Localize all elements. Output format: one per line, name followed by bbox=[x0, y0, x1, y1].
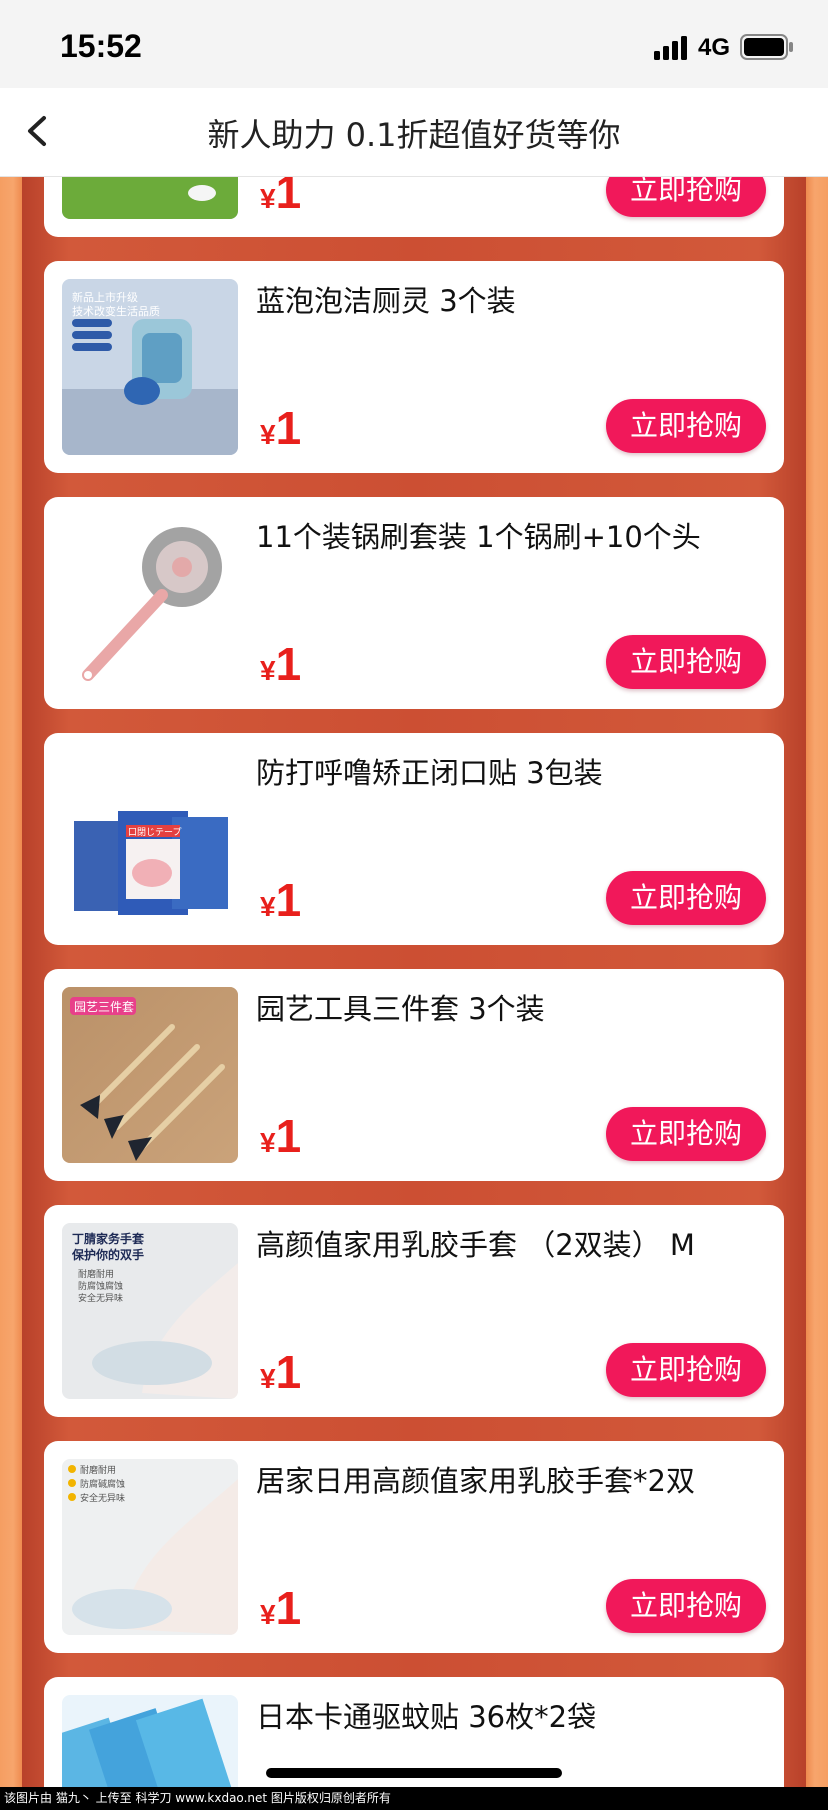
gloves2-image-feature: 安全无异味 bbox=[80, 1492, 125, 1504]
product-card[interactable]: 11个装锅刷套装 1个锅刷+10个头 ¥1 立即抢购 bbox=[44, 497, 784, 709]
product-price: ¥1 bbox=[260, 401, 301, 455]
product-card[interactable]: 丁腈家务手套 保护你的双手 耐磨耐用 防腐蚀腐蚀 安全无异味 高颜值家用乳胶手套… bbox=[44, 1205, 784, 1417]
gloves-image-subtitle: 保护你的双手 bbox=[71, 1247, 144, 1262]
toilet-image-text-2: 技术改变生活品质 bbox=[72, 304, 160, 318]
product-image-latex-gloves[interactable]: 丁腈家务手套 保护你的双手 耐磨耐用 防腐蚀腐蚀 安全无异味 bbox=[62, 1223, 238, 1399]
price-currency: ¥ bbox=[260, 1363, 276, 1394]
price-currency: ¥ bbox=[260, 1127, 276, 1158]
status-time: 15:52 bbox=[60, 28, 142, 64]
gloves-image-feature: 安全无异味 bbox=[78, 1292, 123, 1304]
product-price: ¥1 bbox=[260, 637, 301, 691]
buy-now-button[interactable]: 立即抢购 bbox=[606, 871, 766, 925]
signal-icon bbox=[654, 36, 687, 60]
home-indicator[interactable] bbox=[266, 1768, 562, 1778]
product-image-pot-brush[interactable] bbox=[62, 515, 238, 691]
product-title[interactable]: 园艺工具三件套 3个装 bbox=[256, 989, 776, 1029]
gloves-image-feature: 防腐蚀腐蚀 bbox=[78, 1280, 123, 1292]
product-price: ¥1 bbox=[260, 177, 301, 219]
buy-now-button[interactable]: 立即抢购 bbox=[606, 177, 766, 217]
gloves2-image-feature: 耐磨耐用 bbox=[80, 1464, 116, 1476]
buy-now-button[interactable]: 立即抢购 bbox=[606, 1343, 766, 1397]
product-title[interactable]: 蓝泡泡洁厕灵 3个装 bbox=[256, 281, 776, 321]
price-currency: ¥ bbox=[260, 891, 276, 922]
product-card[interactable]: 新品上市升级 技术改变生活品质 蓝泡泡洁厕灵 3个装 ¥1 立即抢购 bbox=[44, 261, 784, 473]
buy-now-button[interactable]: 立即抢购 bbox=[606, 635, 766, 689]
buy-now-button[interactable]: 立即抢购 bbox=[606, 399, 766, 453]
product-title[interactable]: 日本卡通驱蚊贴 36枚*2袋 bbox=[256, 1697, 776, 1737]
buy-now-button[interactable]: 立即抢购 bbox=[606, 1107, 766, 1161]
product-image-garden-tools[interactable]: 园艺三件套 bbox=[62, 987, 238, 1163]
gloves-image-title: 丁腈家务手套 bbox=[72, 1231, 145, 1246]
price-value: 1 bbox=[275, 874, 302, 926]
product-price: ¥1 bbox=[260, 873, 301, 927]
price-value: 1 bbox=[275, 402, 302, 454]
price-currency: ¥ bbox=[260, 183, 276, 214]
buy-now-button[interactable]: 立即抢购 bbox=[606, 1579, 766, 1633]
product-image-mouth-tape[interactable]: 口閉じテープ bbox=[62, 751, 238, 927]
price-currency: ¥ bbox=[260, 419, 276, 450]
price-value: 1 bbox=[275, 1110, 302, 1162]
product-price: ¥1 bbox=[260, 1109, 301, 1163]
product-image-mosquito-patch[interactable] bbox=[62, 1695, 238, 1787]
decorative-rail-left bbox=[0, 177, 22, 1787]
price-currency: ¥ bbox=[260, 655, 276, 686]
network-label: 4G bbox=[698, 34, 731, 61]
product-image-toilet-cleaner[interactable]: 新品上市升级 技术改变生活品质 bbox=[62, 279, 238, 455]
product-image-milk[interactable] bbox=[62, 177, 238, 219]
price-value: 1 bbox=[275, 638, 302, 690]
price-value: 1 bbox=[275, 177, 302, 218]
product-title[interactable]: 高颜值家用乳胶手套 （2双装） M bbox=[256, 1225, 776, 1265]
tape-image-text: 口閉じテープ bbox=[128, 827, 181, 838]
decorative-rail-right bbox=[806, 177, 828, 1787]
price-value: 1 bbox=[275, 1582, 302, 1634]
watermark-bar: 该图片由 猫九丶 上传至 科学刀 www.kxdao.net 图片版权归原创者所… bbox=[0, 1787, 828, 1810]
price-currency: ¥ bbox=[260, 1599, 276, 1630]
page-title: 新人助力 0.1折超值好货等你 bbox=[207, 116, 621, 154]
product-card[interactable]: 园艺三件套 园艺工具三件套 3个装 ¥1 立即抢购 bbox=[44, 969, 784, 1181]
product-card[interactable]: 口閉じテープ 防打呼噜矫正闭口贴 3包装 ¥1 立即抢购 bbox=[44, 733, 784, 945]
product-card[interactable]: 耐磨耐用 防腐碱腐蚀 安全无异味 居家日用高颜值家用乳胶手套*2双 ¥1 立即抢… bbox=[44, 1441, 784, 1653]
gloves2-image-feature: 防腐碱腐蚀 bbox=[80, 1478, 125, 1490]
product-title[interactable]: 居家日用高颜值家用乳胶手套*2双 bbox=[256, 1461, 776, 1501]
product-price: ¥1 bbox=[260, 1345, 301, 1399]
toilet-image-text-1: 新品上市升级 bbox=[72, 290, 138, 304]
price-value: 1 bbox=[275, 1346, 302, 1398]
product-card[interactable]: ¥1 立即抢购 bbox=[44, 177, 784, 237]
nav-bar: 新人助力 0.1折超值好货等你 bbox=[0, 88, 828, 177]
product-title[interactable]: 11个装锅刷套装 1个锅刷+10个头 bbox=[256, 517, 776, 557]
product-image-latex-gloves-2[interactable]: 耐磨耐用 防腐碱腐蚀 安全无异味 bbox=[62, 1459, 238, 1635]
product-scroll-area[interactable]: ¥1 立即抢购 新品上市升级 技术改变生活品质 蓝泡泡洁厕灵 3个装 ¥1 立即… bbox=[0, 177, 828, 1787]
battery-icon bbox=[740, 34, 793, 60]
product-price: ¥1 bbox=[260, 1581, 301, 1635]
gloves-image-feature: 耐磨耐用 bbox=[78, 1268, 114, 1280]
garden-badge-text: 园艺三件套 bbox=[74, 1000, 134, 1014]
product-title[interactable]: 防打呼噜矫正闭口贴 3包装 bbox=[256, 753, 776, 793]
status-bar: 15:52 4G bbox=[0, 0, 828, 88]
